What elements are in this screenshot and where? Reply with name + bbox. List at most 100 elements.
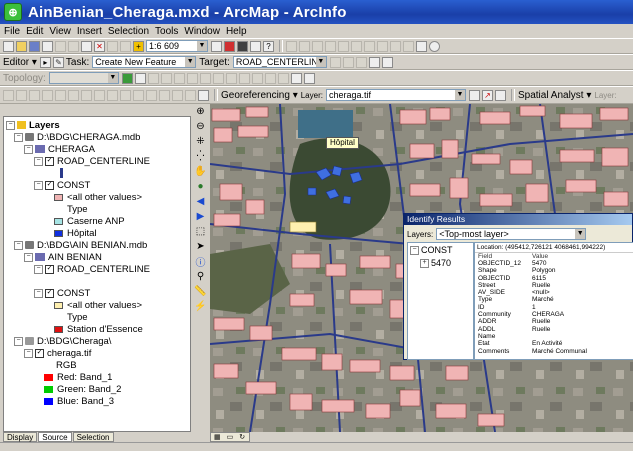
georef-layer-combo[interactable]: cheraga.tif ▼: [325, 89, 466, 101]
construct-icon[interactable]: [251, 72, 263, 84]
rotate-icon[interactable]: [377, 40, 388, 52]
validate-area-icon[interactable]: [173, 72, 185, 84]
zoom-out-icon[interactable]: ⊖: [194, 120, 207, 133]
editor-menu[interactable]: Editor ▾: [3, 57, 37, 68]
validate-icon[interactable]: [160, 72, 172, 84]
menu-window[interactable]: Window: [184, 26, 220, 37]
toc-layer-cheraga-tif[interactable]: − ✓ cheraga.tif: [24, 347, 91, 359]
validate-extent-icon[interactable]: [186, 72, 198, 84]
attributes-icon[interactable]: [355, 56, 367, 68]
collapse-icon[interactable]: −: [34, 156, 43, 166]
collapse-icon[interactable]: −: [14, 336, 23, 346]
collapse-icon[interactable]: −: [24, 144, 33, 154]
collapse-icon[interactable]: −: [14, 132, 23, 142]
layer-visible-checkbox[interactable]: ✓: [45, 156, 54, 166]
hyperlink-icon[interactable]: [159, 89, 170, 101]
snap-icon[interactable]: [286, 40, 297, 52]
rectangle-icon[interactable]: [416, 40, 427, 52]
forward-extent-icon[interactable]: ▶: [194, 210, 207, 223]
command-line-icon[interactable]: [250, 40, 261, 52]
add-data-icon[interactable]: +: [133, 40, 144, 52]
pan-hand-icon[interactable]: ✋: [194, 165, 207, 178]
select-features-icon[interactable]: [81, 89, 92, 101]
menu-insert[interactable]: Insert: [77, 26, 102, 37]
map-scale-combo[interactable]: 1:6 609 ▼: [146, 40, 208, 52]
toc-dataset-cheraga[interactable]: − CHERAGA: [24, 143, 95, 155]
open-folder-icon[interactable]: [16, 40, 27, 52]
sketch-tool-icon[interactable]: ✎: [52, 56, 64, 68]
planarize-icon[interactable]: [238, 72, 250, 84]
arc-icon[interactable]: [351, 40, 362, 52]
task-combo[interactable]: Create New Feature ▼: [92, 56, 197, 68]
zoom-in-icon[interactable]: ⊕: [194, 105, 207, 118]
clear-selection-icon[interactable]: [94, 89, 105, 101]
spatial-analyst-menu[interactable]: Spatial Analyst ▾: [518, 90, 591, 101]
tab-display[interactable]: Display: [3, 432, 38, 442]
link-table-icon[interactable]: [494, 89, 506, 101]
editor-toolbar-icon[interactable]: [211, 40, 222, 52]
layer-visible-checkbox[interactable]: ✓: [45, 288, 54, 298]
tree-node-const[interactable]: − CONST: [408, 243, 473, 257]
collapse-icon[interactable]: −: [34, 180, 43, 190]
fix-topology-icon[interactable]: [199, 72, 211, 84]
table-icon[interactable]: [381, 56, 393, 68]
refresh-icon[interactable]: ↻: [239, 433, 245, 441]
layout-icon[interactable]: [303, 72, 315, 84]
undo-icon[interactable]: [107, 40, 118, 52]
tab-selection[interactable]: Selection: [72, 432, 114, 442]
show-shared-features-icon[interactable]: [147, 72, 159, 84]
sketch-icon[interactable]: [299, 40, 310, 52]
feature-cache-icon[interactable]: [290, 72, 302, 84]
select-by-rectangle-icon[interactable]: ⬚: [194, 225, 207, 238]
line-icon[interactable]: [325, 40, 336, 52]
clip-icon[interactable]: [403, 40, 414, 52]
arctoolbox-icon[interactable]: [224, 40, 235, 52]
split-tool-icon[interactable]: [329, 56, 341, 68]
menu-edit[interactable]: Edit: [26, 26, 43, 37]
topology-combo[interactable]: ▼: [48, 72, 119, 84]
save-icon[interactable]: [29, 40, 40, 52]
swipe-icon[interactable]: [172, 89, 183, 101]
layer-visible-checkbox[interactable]: ✓: [45, 180, 54, 190]
full-extent-globe-icon[interactable]: ●: [194, 180, 207, 193]
edit-tool-icon[interactable]: ▸: [39, 56, 51, 68]
full-extent-icon[interactable]: [29, 89, 40, 101]
collapse-icon[interactable]: −: [14, 240, 23, 250]
vertex-icon[interactable]: [312, 40, 323, 52]
zoom-in-fixed-icon[interactable]: [3, 89, 14, 101]
map-topology-icon[interactable]: [121, 72, 133, 84]
georeferencing-menu[interactable]: Georeferencing ▾: [221, 90, 298, 101]
cut-icon[interactable]: [55, 40, 66, 52]
target-combo[interactable]: ROAD_CENTERLINE ▼: [232, 56, 327, 68]
find-binoculars-icon[interactable]: ⚲: [194, 270, 207, 283]
curve-icon[interactable]: [338, 40, 349, 52]
hyperlink-bolt-icon[interactable]: ⚡: [194, 300, 207, 313]
find-icon[interactable]: [133, 89, 144, 101]
error-inspector-icon[interactable]: [212, 72, 224, 84]
pointer-icon[interactable]: [107, 89, 118, 101]
zoom-out-fixed-icon[interactable]: [16, 89, 27, 101]
select-elements-icon[interactable]: ➤: [194, 240, 207, 253]
pan-icon[interactable]: [42, 89, 53, 101]
delete-icon[interactable]: ✕: [94, 40, 105, 52]
fixed-zoom-out-icon[interactable]: ⁛: [194, 150, 207, 163]
collapse-icon[interactable]: −: [34, 264, 43, 274]
fixed-zoom-in-icon[interactable]: ⁜: [194, 135, 207, 148]
measure-ruler-icon[interactable]: 📏: [194, 285, 207, 298]
sketch-properties-icon[interactable]: [368, 56, 380, 68]
identify-small-icon[interactable]: [120, 89, 131, 101]
toc-layer-const-ain-benian[interactable]: − ✓ CONST: [34, 287, 90, 299]
tree-node-feature[interactable]: +5470: [408, 257, 473, 269]
menu-view[interactable]: View: [49, 26, 71, 37]
arccatalog-icon[interactable]: [237, 40, 248, 52]
toc-layer-road-ain-benian[interactable]: − ✓ ROAD_CENTERLINE: [34, 263, 150, 275]
copy-icon[interactable]: [68, 40, 79, 52]
collapse-icon[interactable]: −: [24, 348, 33, 358]
collapse-icon[interactable]: −: [24, 252, 33, 262]
toc-layer-road-cheraga[interactable]: − ✓ ROAD_CENTERLINE: [34, 155, 150, 167]
menu-selection[interactable]: Selection: [108, 26, 149, 37]
preview-icon[interactable]: [225, 72, 237, 84]
toc-dataset-ain-benian[interactable]: − AIN BENIAN: [24, 251, 102, 263]
measure-icon[interactable]: [146, 89, 157, 101]
data-view-icon[interactable]: ▦: [214, 433, 221, 441]
